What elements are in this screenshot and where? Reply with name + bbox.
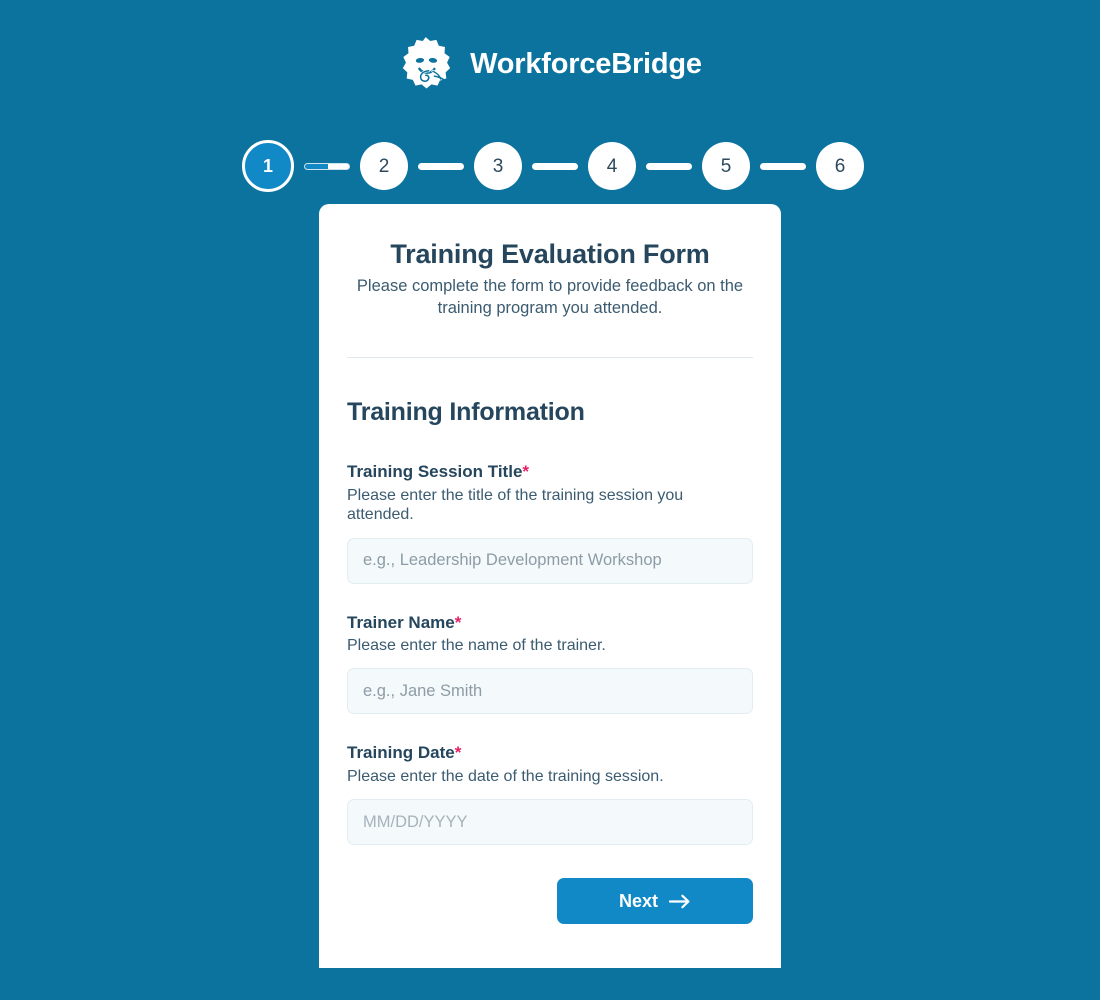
required-asterisk: * xyxy=(454,743,462,763)
arrow-right-icon xyxy=(669,894,691,909)
gear-face-logo-icon xyxy=(398,36,456,92)
step-connector-1-2 xyxy=(304,162,350,170)
page-title: Training Evaluation Form xyxy=(390,239,710,269)
required-asterisk: * xyxy=(454,612,462,632)
section-heading: Training Information xyxy=(347,398,585,427)
field-label-text: Trainer Name xyxy=(347,612,455,632)
step-indicator-2[interactable]: 2 xyxy=(360,142,408,190)
app-header: WorkforceBridge xyxy=(0,0,1100,128)
next-button[interactable]: Next xyxy=(557,878,753,925)
training-session-title-input[interactable] xyxy=(347,537,753,584)
step-connector-4-5 xyxy=(646,162,692,170)
step-label-3: 3 xyxy=(492,155,504,177)
step-label-6: 6 xyxy=(834,155,846,177)
form-actions: Next xyxy=(347,878,753,954)
form-card: Training Evaluation Form Please complete… xyxy=(319,204,781,968)
trainer-name-input[interactable] xyxy=(347,668,753,715)
brand-name: WorkforceBridge xyxy=(470,47,702,80)
step-connector-3-4 xyxy=(532,162,578,170)
field-trainer-name: Trainer Name* Please enter the name of t… xyxy=(347,612,753,715)
field-help-training-date: Please enter the date of the training se… xyxy=(347,767,664,785)
header-divider xyxy=(347,357,753,359)
step-label-5: 5 xyxy=(720,155,732,177)
progress-stepper: 1 2 3 4 5 6 xyxy=(0,128,1100,204)
field-training-session-title: Training Session Title* Please enter the… xyxy=(347,461,753,584)
step-indicator-4[interactable]: 4 xyxy=(588,142,636,190)
field-label-training-session-title: Training Session Title* xyxy=(347,461,753,482)
step-label-1: 1 xyxy=(262,156,273,176)
step-indicator-1[interactable]: 1 xyxy=(242,140,294,192)
field-label-training-date: Training Date* xyxy=(347,742,753,763)
field-label-trainer-name: Trainer Name* xyxy=(347,612,753,633)
next-button-label: Next xyxy=(618,890,658,911)
required-asterisk: * xyxy=(522,462,530,482)
main-content: Training Evaluation Form Please complete… xyxy=(0,204,1100,968)
field-help-trainer-name: Please enter the name of the trainer. xyxy=(347,636,606,654)
step-indicator-5[interactable]: 5 xyxy=(702,142,750,190)
step-connector-2-3 xyxy=(418,162,464,170)
step-indicator-3[interactable]: 3 xyxy=(474,142,522,190)
step-label-2: 2 xyxy=(378,155,390,177)
step-label-4: 4 xyxy=(606,155,618,177)
field-label-text: Training Date xyxy=(347,743,455,763)
step-connector-5-6 xyxy=(760,162,806,170)
field-help-training-session-title: Please enter the title of the training s… xyxy=(347,486,684,524)
step-indicator-6[interactable]: 6 xyxy=(816,142,864,190)
page-subtitle: Please complete the form to provide feed… xyxy=(356,277,744,317)
field-label-text: Training Session Title xyxy=(347,462,523,482)
training-date-input[interactable] xyxy=(347,799,753,846)
field-training-date: Training Date* Please enter the date of … xyxy=(347,742,753,846)
